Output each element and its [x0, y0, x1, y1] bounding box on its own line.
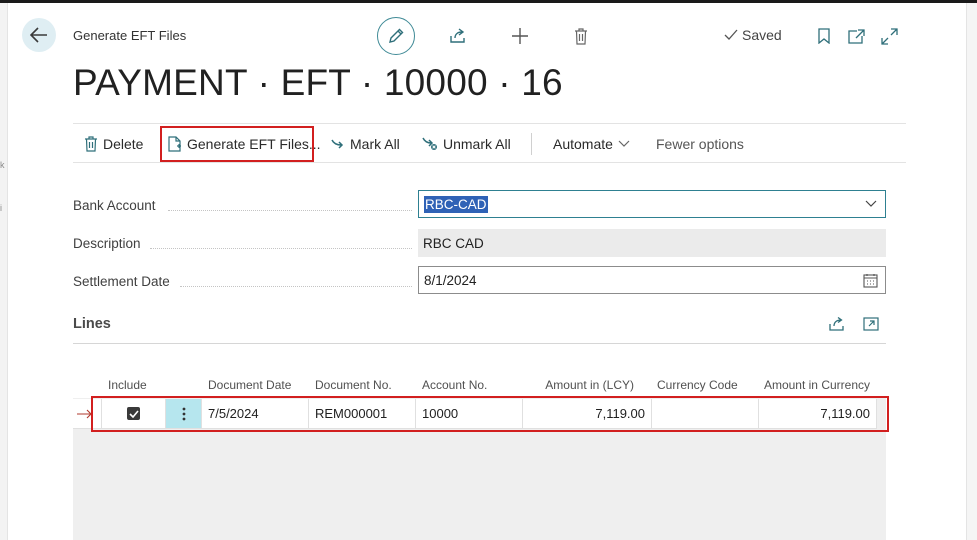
open-in-new-icon [863, 317, 879, 331]
include-cell[interactable] [102, 399, 166, 429]
automate-label: Automate [553, 136, 613, 152]
currency-code-cell[interactable] [652, 399, 759, 429]
settlement-date-label: Settlement Date [73, 274, 170, 289]
expand-button[interactable] [879, 26, 899, 46]
fewer-options-label: Fewer options [656, 136, 744, 152]
settlement-date-value: 8/1/2024 [424, 272, 477, 288]
action-separator [531, 133, 532, 155]
window-top-edge [0, 0, 977, 3]
delete-action[interactable]: Delete [84, 124, 143, 164]
generate-eft-files-label: Generate EFT Files... [187, 136, 321, 152]
back-button[interactable] [22, 18, 56, 52]
leader-dots [150, 248, 412, 249]
bank-account-select[interactable]: RBC-CAD [418, 190, 886, 218]
saved-status: Saved [724, 27, 782, 43]
leader-dots [180, 286, 412, 287]
share-icon [450, 28, 465, 43]
col-currency-code[interactable]: Currency Code [657, 378, 738, 392]
delete-label: Delete [103, 136, 144, 152]
expand-icon [880, 27, 898, 45]
amount-lcy-cell[interactable]: 7,119.00 [523, 399, 652, 429]
share-button[interactable] [448, 27, 468, 45]
lines-title: Lines [73, 316, 111, 332]
more-vertical-icon [182, 407, 185, 420]
bookmark-button[interactable] [816, 27, 832, 45]
saved-label: Saved [742, 27, 782, 43]
unmark-all-action[interactable]: Unmark All [422, 124, 511, 164]
open-in-new-icon [847, 28, 865, 44]
account-no-cell[interactable]: 10000 [416, 399, 523, 429]
share-icon [829, 317, 844, 331]
background-glyph: k [0, 160, 5, 170]
unmark-all-label: Unmark All [443, 136, 511, 152]
col-account-no[interactable]: Account No. [422, 378, 487, 392]
table-row[interactable]: 7/5/2024 REM000001 10000 7,119.00 7,119.… [73, 399, 886, 429]
calendar-icon[interactable] [863, 273, 878, 288]
arrow-left-icon [30, 27, 47, 43]
new-button[interactable] [510, 26, 530, 46]
chevron-down-icon[interactable] [865, 200, 877, 208]
delete-record-button[interactable] [572, 26, 590, 46]
document-date-cell[interactable]: 7/5/2024 [202, 399, 309, 429]
include-checkbox[interactable] [127, 407, 140, 420]
breadcrumb: Generate EFT Files [73, 28, 187, 43]
new-document-icon [168, 136, 181, 152]
trash-icon [85, 136, 97, 152]
trash-icon [575, 27, 587, 45]
col-document-date[interactable]: Document Date [208, 378, 291, 392]
edit-button[interactable] [377, 17, 415, 55]
row-actions-button[interactable] [166, 399, 202, 429]
lines-expand-button[interactable] [862, 316, 880, 332]
background-page-edge-right [966, 3, 977, 540]
checkmark-icon [724, 29, 738, 40]
description-label: Description [73, 236, 141, 251]
description-field: RBC CAD [418, 229, 886, 257]
plus-icon [512, 28, 528, 44]
col-amount-lcy[interactable]: Amount in (LCY) [530, 378, 634, 392]
fewer-options-action[interactable]: Fewer options [656, 124, 744, 164]
lines-divider [73, 343, 886, 344]
background-page-edge: k i [0, 3, 8, 540]
mark-arrow-icon [331, 139, 344, 149]
amount-currency-cell[interactable]: 7,119.00 [759, 399, 877, 429]
bank-account-value: RBC-CAD [424, 195, 488, 213]
action-bar: Delete Generate EFT Files... Mark All Un… [73, 123, 906, 163]
leader-dots [168, 210, 412, 211]
lines-share-button[interactable] [828, 316, 846, 332]
generate-eft-files-action[interactable]: Generate EFT Files... [168, 124, 321, 164]
settlement-date-field[interactable]: 8/1/2024 [418, 266, 886, 294]
unmark-icon [422, 137, 437, 150]
page-title: PAYMENT · EFT · 10000 · 16 [73, 62, 563, 103]
arrow-right-icon [77, 409, 92, 418]
col-document-no[interactable]: Document No. [315, 378, 392, 392]
bookmark-icon [818, 28, 830, 44]
document-no-cell[interactable]: REM000001 [309, 399, 416, 429]
mark-all-label: Mark All [350, 136, 400, 152]
pencil-icon [389, 28, 404, 43]
background-glyph: i [0, 203, 2, 213]
row-indicator [73, 399, 102, 429]
bank-account-label: Bank Account [73, 198, 156, 213]
col-amount-currency[interactable]: Amount in Currency [758, 378, 870, 392]
description-value: RBC CAD [423, 235, 484, 251]
chevron-down-icon [618, 140, 630, 147]
mark-all-action[interactable]: Mark All [331, 124, 400, 164]
automate-menu[interactable]: Automate [553, 124, 630, 164]
checkmark-icon [128, 409, 139, 418]
open-new-window-button[interactable] [846, 27, 866, 45]
col-include[interactable]: Include [108, 378, 147, 392]
